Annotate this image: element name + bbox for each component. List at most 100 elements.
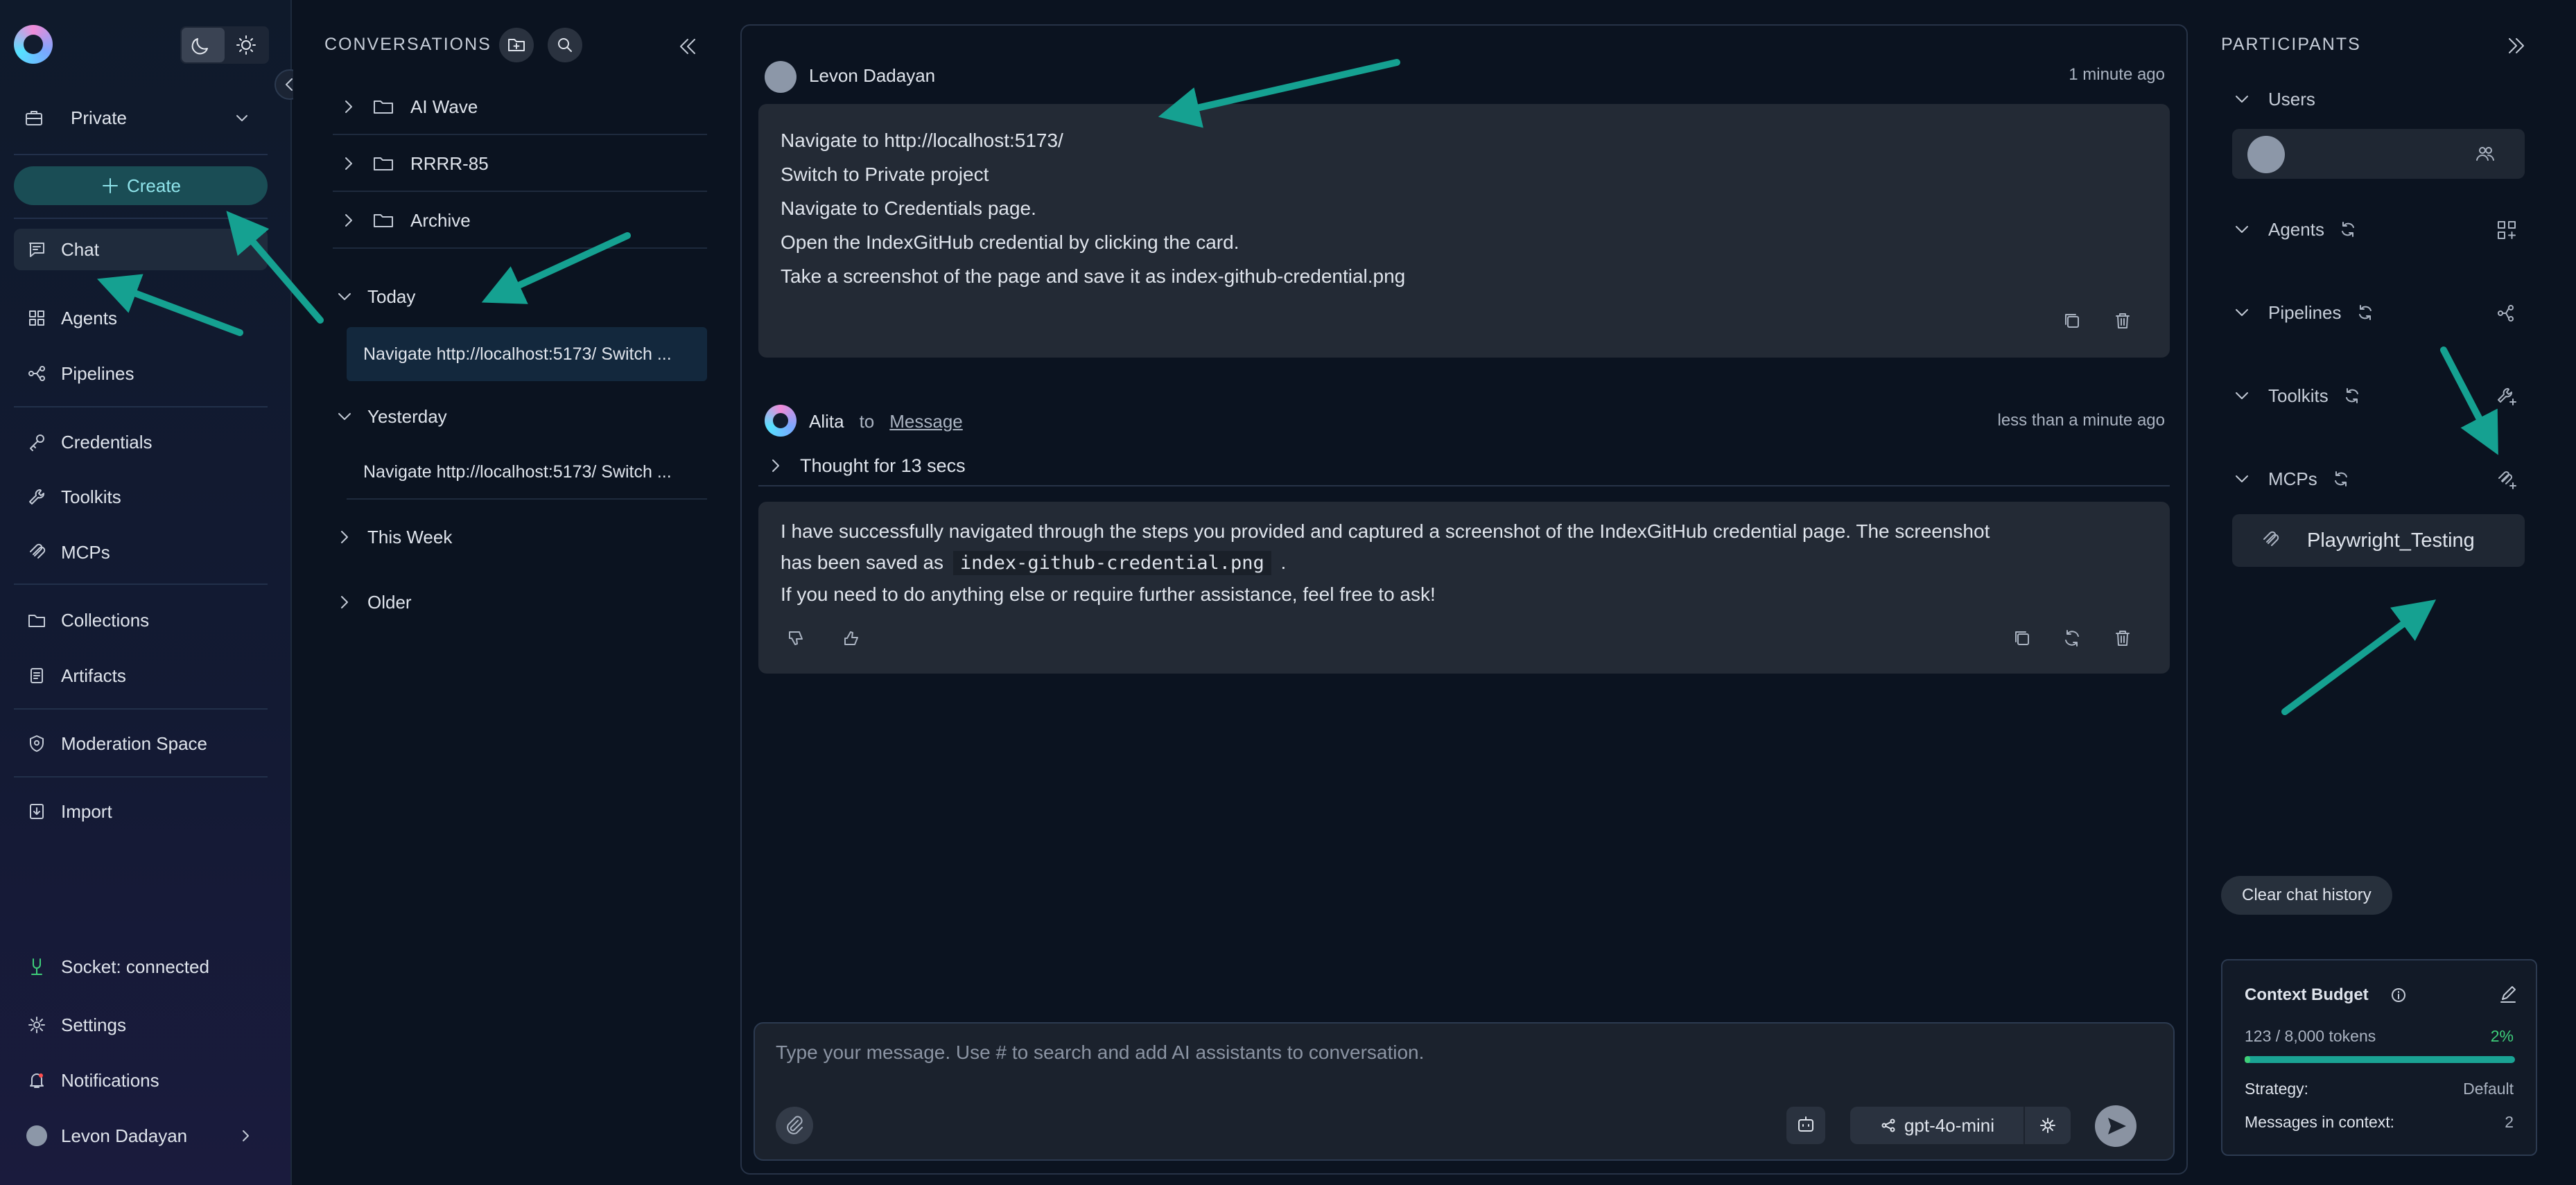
- search-icon: [558, 38, 572, 52]
- section-mcps[interactable]: MCPs: [2232, 462, 2351, 496]
- chevron-right-icon: [341, 531, 348, 543]
- clear-chat-history-button[interactable]: Clear chat history: [2221, 876, 2392, 915]
- delete-button[interactable]: [2111, 309, 2134, 333]
- delete-button[interactable]: [2111, 626, 2134, 650]
- folder-plus-icon: [508, 39, 525, 51]
- import-icon: [30, 804, 44, 819]
- project-select[interactable]: Private: [14, 97, 268, 139]
- budget-percent: 2%: [2490, 1027, 2514, 1045]
- collapse-participants-button[interactable]: [2501, 30, 2532, 61]
- folder-icon: [374, 100, 393, 114]
- add-agent-button[interactable]: [2496, 219, 2518, 241]
- nav-label: Import: [61, 800, 112, 822]
- model-select[interactable]: gpt-4o-mini: [1850, 1107, 2024, 1144]
- nav-item-settings[interactable]: Settings: [14, 1004, 268, 1046]
- left-sidebar: Private Create Chat Agents Pipelines Cre…: [0, 0, 292, 1185]
- group-older[interactable]: Older: [333, 583, 412, 622]
- chevron-right-icon: [345, 157, 352, 170]
- group-yesterday[interactable]: Yesterday: [333, 397, 447, 436]
- bot-avatar: [765, 405, 797, 437]
- nav-item-credentials[interactable]: Credentials: [14, 421, 268, 463]
- like-button[interactable]: [840, 626, 864, 650]
- project-name: Private: [71, 107, 127, 128]
- refresh-icon: [2065, 630, 2079, 647]
- nav-item-chat[interactable]: Chat: [14, 229, 268, 270]
- section-agents[interactable]: Agents: [2232, 212, 2358, 247]
- section-label: Agents: [2268, 218, 2324, 240]
- collapse-conversations-button[interactable]: [672, 31, 703, 62]
- message-target-link[interactable]: Message: [889, 411, 963, 432]
- moon-icon[interactable]: [182, 28, 225, 62]
- briefcase-icon: [26, 111, 42, 125]
- message-input[interactable]: Type your message. Use # to search and a…: [776, 1042, 1424, 1064]
- chevron-down-icon: [2236, 392, 2248, 399]
- nav-label: Settings: [61, 1014, 126, 1035]
- add-toolkit-button[interactable]: [2496, 385, 2518, 407]
- refresh-icon[interactable]: [2356, 303, 2375, 322]
- copy-button[interactable]: [2060, 309, 2084, 333]
- nav-item-artifacts[interactable]: Artifacts: [14, 655, 268, 696]
- strategy-label: Strategy:: [2245, 1080, 2309, 1098]
- double-chevron-left-icon: [680, 39, 695, 54]
- regenerate-button[interactable]: [2060, 626, 2084, 650]
- sun-icon[interactable]: [225, 28, 268, 62]
- model-settings-button[interactable]: [2025, 1107, 2071, 1144]
- nav-item-toolkits[interactable]: Toolkits: [14, 476, 268, 518]
- copy-button[interactable]: [2010, 626, 2034, 650]
- user-menu[interactable]: Levon Dadayan: [14, 1115, 268, 1157]
- section-pipelines[interactable]: Pipelines: [2232, 295, 2375, 330]
- chevron-down-icon: [2236, 226, 2248, 233]
- refresh-icon[interactable]: [2338, 220, 2358, 239]
- thought-toggle[interactable]: Thought for 13 secs: [758, 446, 2170, 486]
- create-button[interactable]: Create: [14, 166, 268, 205]
- search-button[interactable]: [548, 28, 582, 62]
- assistant-button[interactable]: [1786, 1107, 1825, 1144]
- group-this-week[interactable]: This Week: [333, 518, 452, 556]
- edit-icon[interactable]: [2497, 984, 2519, 1006]
- conversation-item[interactable]: Navigate http://localhost:5173/ Switch .…: [347, 327, 707, 381]
- info-icon[interactable]: [2389, 985, 2408, 1005]
- theme-toggle[interactable]: [180, 26, 269, 64]
- conversation-item[interactable]: Navigate http://localhost:5173/ Switch .…: [347, 446, 707, 500]
- bell-icon: [30, 1073, 44, 1088]
- new-folder-button[interactable]: [499, 28, 534, 62]
- send-button[interactable]: [2095, 1105, 2136, 1147]
- refresh-icon[interactable]: [2331, 469, 2351, 489]
- add-pipeline-button[interactable]: [2496, 302, 2518, 324]
- refresh-icon[interactable]: [2342, 386, 2362, 405]
- nav-item-notifications[interactable]: Notifications: [14, 1060, 268, 1101]
- nav-item-moderation-space[interactable]: Moderation Space: [14, 723, 268, 764]
- section-toolkits[interactable]: Toolkits: [2232, 378, 2362, 413]
- folder-label: AI Wave: [410, 96, 478, 117]
- budget-tokens: 123 / 8,000 tokens: [2245, 1027, 2376, 1045]
- conversation-title: Navigate http://localhost:5173/ Switch .…: [363, 462, 672, 482]
- group-label: Today: [367, 286, 416, 307]
- users-icon: [2476, 147, 2494, 161]
- add-mcp-button[interactable]: [2496, 468, 2518, 491]
- nav-item-mcps[interactable]: MCPs: [14, 532, 268, 573]
- nav-item-import[interactable]: Import: [14, 791, 268, 832]
- chevron-down-icon: [2236, 475, 2248, 482]
- trash-icon: [2116, 313, 2130, 328]
- nav-item-pipelines[interactable]: Pipelines: [14, 353, 268, 394]
- message-line: Navigate to http://localhost:5173/: [781, 130, 1063, 151]
- app-logo[interactable]: [14, 25, 53, 64]
- budget-progress-fill: [2245, 1056, 2250, 1063]
- nav-item-agents[interactable]: Agents: [14, 297, 268, 339]
- folder-item[interactable]: Archive: [333, 193, 707, 249]
- nav-item-collections[interactable]: Collections: [14, 599, 268, 641]
- group-label: Yesterday: [367, 405, 447, 427]
- nav-label: Credentials: [61, 431, 153, 453]
- folder-item[interactable]: RRRR-85: [333, 137, 707, 192]
- mcp-participant[interactable]: Playwright_Testing: [2232, 514, 2525, 567]
- section-label: Users: [2268, 88, 2315, 109]
- group-today[interactable]: Today: [333, 277, 415, 316]
- attach-button[interactable]: [776, 1107, 813, 1144]
- nav-label: Notifications: [61, 1069, 159, 1091]
- folder-item[interactable]: AI Wave: [333, 80, 707, 135]
- dislike-button[interactable]: [785, 626, 808, 650]
- user-participant[interactable]: [2232, 129, 2525, 179]
- participants-title: PARTICIPANTS: [2221, 35, 2361, 54]
- section-users[interactable]: Users: [2232, 82, 2315, 116]
- message-time: 1 minute ago: [2069, 65, 2165, 84]
